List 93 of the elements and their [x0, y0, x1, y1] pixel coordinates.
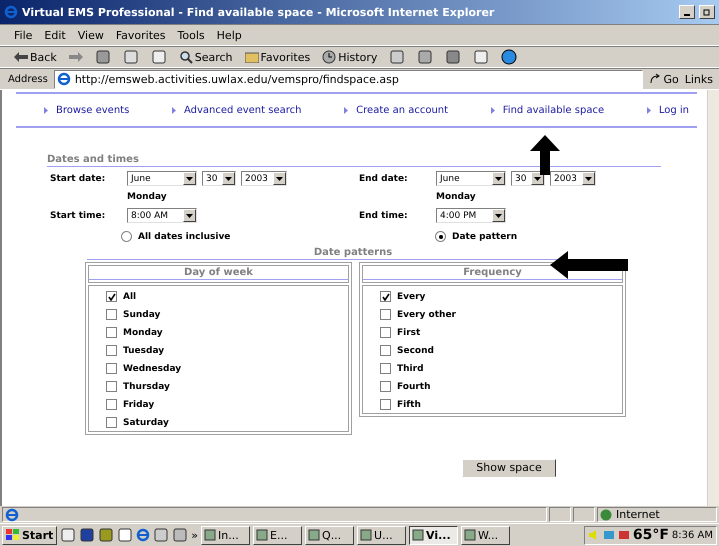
menu-item[interactable]: View — [78, 28, 104, 42]
nav-link[interactable]: Browse events — [44, 104, 130, 116]
taskbar-button[interactable]: Q... — [305, 526, 354, 544]
browser-icon — [4, 5, 18, 19]
menu-item[interactable]: Favorites — [116, 28, 166, 42]
checkmark-icon — [108, 292, 116, 300]
globe-icon — [600, 508, 612, 520]
search-icon — [178, 50, 193, 64]
time-select[interactable]: 8:00 AM — [127, 208, 197, 223]
checkbox-option[interactable]: Sunday — [106, 308, 348, 321]
year-select[interactable]: 2003 — [241, 171, 287, 186]
ie-icon — [56, 72, 71, 86]
window-title: Virtual EMS Professional - Find available space - Microsoft Internet Explorer — [22, 6, 496, 18]
checkmark-icon — [382, 292, 390, 300]
more-button[interactable]: » — [191, 528, 198, 542]
go-arrow-icon — [649, 73, 662, 85]
time-select[interactable]: 4:00 PM — [436, 208, 506, 223]
field-label: Start date: — [50, 174, 106, 184]
menu-item[interactable]: File — [14, 28, 32, 42]
caret-icon — [495, 214, 502, 218]
nav-link[interactable]: Create an account — [344, 104, 448, 116]
checkbox-option[interactable]: Every other — [380, 308, 622, 321]
month-select[interactable]: June — [127, 171, 197, 186]
day-select[interactable]: 30 — [202, 171, 236, 186]
checkbox-option[interactable]: Thursday — [106, 380, 348, 393]
bullet-arrow-icon — [44, 106, 48, 114]
radio-option[interactable]: All dates inclusive — [121, 231, 435, 242]
taskbar-button[interactable]: Vi... — [409, 526, 458, 544]
minimize-button[interactable] — [679, 5, 695, 19]
month-select[interactable]: June — [436, 171, 506, 186]
checkbox-option[interactable]: Friday — [106, 398, 348, 411]
taskbar-button[interactable]: In... — [201, 526, 250, 544]
field-label: End date: — [359, 174, 409, 184]
folder-icon — [244, 51, 259, 63]
back-arrow-icon — [14, 52, 28, 62]
bullet-arrow-icon — [646, 106, 651, 114]
year-select[interactable]: 2003 — [550, 171, 596, 186]
weekday-text: Monday — [436, 192, 477, 202]
bullet-arrow-icon — [344, 106, 348, 114]
address-field[interactable]: http://emsweb.activities.uwlax.edu/vemspro/findspace.asp — [54, 70, 644, 88]
checkbox-option[interactable]: First — [380, 326, 622, 339]
nav-link[interactable]: Log in — [646, 104, 689, 116]
toolbar-button[interactable]: Back — [14, 50, 57, 64]
toolbar-button[interactable]: Search — [178, 50, 233, 64]
checkbox-option[interactable]: Fourth — [380, 380, 622, 393]
caret-icon — [225, 176, 232, 180]
start-button[interactable]: Start — [2, 526, 58, 544]
page-icon — [5, 508, 19, 522]
checkbox-option[interactable]: Monday — [106, 326, 348, 339]
address-label: Address — [8, 74, 48, 84]
panel-title: Day of week — [88, 265, 349, 283]
links-button[interactable]: Links — [684, 72, 713, 86]
ie-icon — [136, 528, 150, 542]
checkbox-option[interactable]: Fifth — [380, 398, 622, 411]
field-label: End time: — [359, 210, 409, 220]
checkbox-option[interactable]: Saturday — [106, 416, 348, 429]
weekday-text: Monday — [127, 192, 168, 202]
restore-button[interactable] — [699, 5, 715, 19]
show-space-button[interactable]: Show space — [462, 459, 556, 477]
checkbox-option[interactable]: Every — [380, 290, 622, 303]
up-arrow-icon — [530, 135, 560, 175]
toolbar-button[interactable]: History — [322, 50, 378, 64]
checkbox-option[interactable]: Second — [380, 344, 622, 357]
restore-icon — [703, 8, 711, 16]
menu-item[interactable]: Tools — [178, 28, 205, 42]
temperature-text: 65°F — [632, 527, 669, 543]
caret-icon — [585, 176, 592, 180]
left-arrow-icon — [550, 251, 628, 279]
nav-link[interactable]: Find available space — [490, 104, 604, 116]
zone-indicator: Internet — [597, 507, 717, 522]
taskbar-button[interactable]: E... — [253, 526, 302, 544]
bullet-arrow-icon — [172, 106, 176, 114]
caret-icon — [186, 214, 193, 218]
taskbar-button[interactable]: U... — [357, 526, 406, 544]
checkbox-option[interactable]: Third — [380, 362, 622, 375]
menu-item[interactable]: Help — [216, 28, 242, 42]
taskbar-button[interactable]: W... — [461, 526, 510, 544]
go-button[interactable]: Go — [649, 72, 679, 86]
clock-text: 8:36 AM — [672, 530, 713, 540]
field-label: Start time: — [50, 210, 106, 220]
checkbox-option[interactable]: Wednesday — [106, 362, 348, 375]
caret-icon — [276, 176, 283, 180]
radio-option[interactable]: Date pattern — [435, 231, 697, 242]
nav-link[interactable]: Advanced event search — [172, 104, 302, 116]
scrollbar[interactable] — [707, 90, 719, 506]
menu-item[interactable]: Edit — [44, 28, 66, 42]
windows-flag-icon — [6, 529, 20, 541]
caret-icon — [495, 176, 502, 180]
caret-icon — [186, 176, 193, 180]
toolbar-button[interactable]: Favorites — [244, 50, 310, 64]
checkbox-option[interactable]: All — [106, 290, 348, 303]
checkbox-option[interactable]: Tuesday — [106, 344, 348, 357]
bullet-arrow-icon — [490, 106, 495, 114]
